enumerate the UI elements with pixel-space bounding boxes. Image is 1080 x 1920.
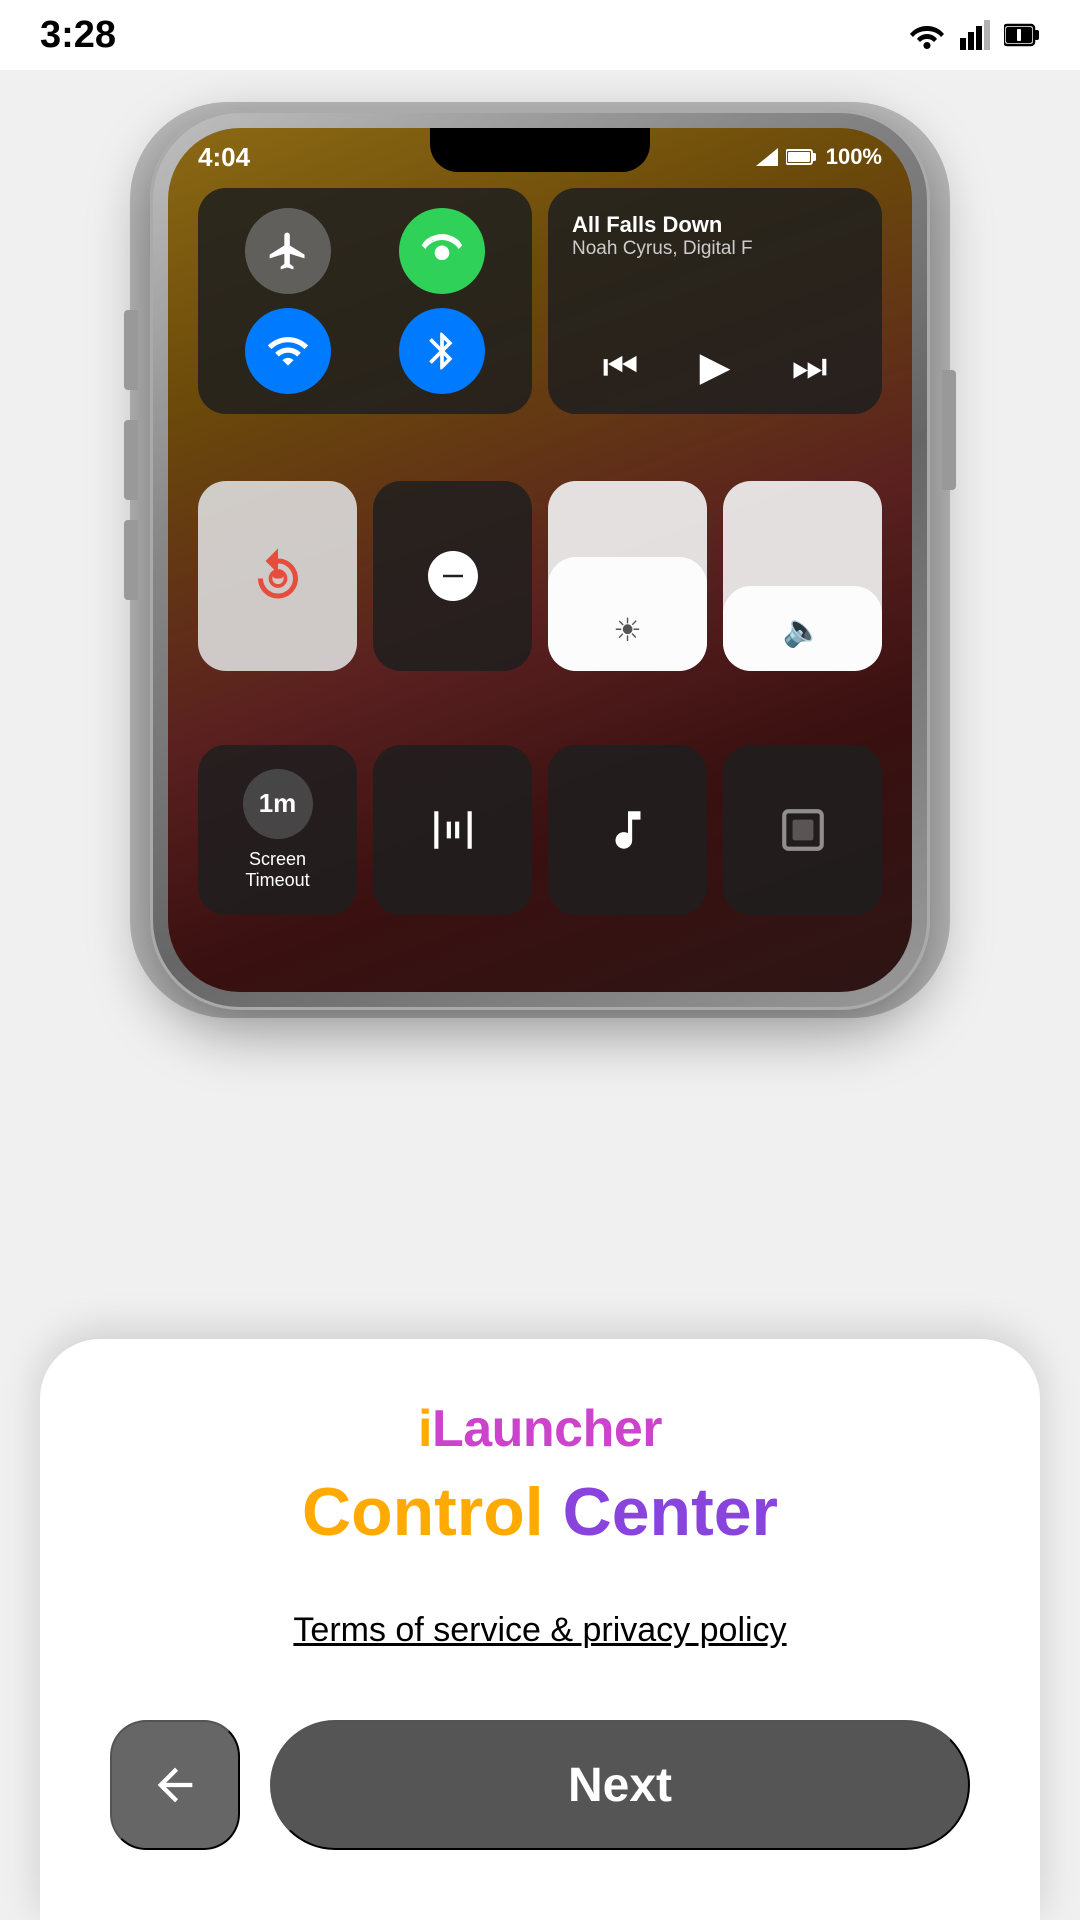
- cc-row1: All Falls Down Noah Cyrus, Digital F ⏮ ▶…: [198, 188, 882, 408]
- signal-icon: [960, 20, 990, 50]
- main-content: 4:04 100%: [0, 70, 1080, 1920]
- wifi-btn[interactable]: [245, 308, 331, 394]
- status-time: 3:28: [40, 14, 116, 57]
- fast-forward-btn[interactable]: ⏭: [791, 345, 827, 390]
- volume-slider[interactable]: 🔈: [723, 481, 882, 671]
- play-btn[interactable]: ▶: [700, 344, 731, 390]
- app-subtitle: Control Center: [302, 1473, 778, 1551]
- music-info: All Falls Down Noah Cyrus, Digital F: [572, 212, 858, 260]
- cc-extra-btn-1[interactable]: [373, 745, 532, 915]
- card-buttons: Next: [110, 1720, 970, 1850]
- next-button[interactable]: Next: [270, 1720, 970, 1850]
- music-title: All Falls Down: [572, 212, 858, 238]
- battery-icon: [1004, 21, 1040, 49]
- phone-battery-text: 100%: [826, 144, 882, 170]
- wifi-icon: [908, 20, 946, 50]
- brightness-slider[interactable]: ☀: [548, 481, 707, 671]
- control-center: All Falls Down Noah Cyrus, Digital F ⏮ ▶…: [198, 188, 882, 972]
- volume-icon: 🔈: [783, 611, 823, 649]
- do-not-disturb-btn[interactable]: [373, 481, 532, 671]
- screen-timeout-btn[interactable]: 1m ScreenTimeout: [198, 745, 357, 915]
- phone-status-right: 100%: [756, 144, 882, 170]
- app-title-launcher: Launcher: [432, 1400, 662, 1458]
- phone-mockup: 4:04 100%: [150, 110, 930, 1010]
- app-title: iLauncher: [418, 1399, 662, 1459]
- next-button-label: Next: [568, 1758, 672, 1813]
- phone-time: 4:04: [198, 142, 250, 173]
- airplane-btn[interactable]: [245, 208, 331, 294]
- app-title-i: i: [418, 1400, 432, 1458]
- phone-signal-icon: [756, 148, 778, 166]
- subtitle-control: Control: [302, 1474, 544, 1550]
- lock-rotation-btn[interactable]: [198, 481, 357, 671]
- cc-connectivity: [198, 188, 532, 414]
- phone-battery-icon: [786, 148, 818, 166]
- terms-link[interactable]: Terms of service & privacy policy: [293, 1611, 786, 1650]
- music-artist: Noah Cyrus, Digital F: [572, 238, 858, 260]
- cc-extra-btn-3[interactable]: [723, 745, 882, 915]
- phone-notch: [430, 128, 650, 172]
- status-bar: 3:28: [0, 0, 1080, 70]
- music-player: All Falls Down Noah Cyrus, Digital F ⏮ ▶…: [548, 188, 882, 414]
- bottom-card: iLauncher Control Center Terms of servic…: [40, 1339, 1040, 1920]
- cc-row3: 1m ScreenTimeout: [198, 745, 882, 915]
- subtitle-center: Center: [563, 1474, 778, 1550]
- hotspot-btn[interactable]: [399, 208, 485, 294]
- back-button[interactable]: [110, 1720, 240, 1850]
- cc-extra-btn-2[interactable]: [548, 745, 707, 915]
- bluetooth-btn[interactable]: [399, 308, 485, 394]
- timeout-value: 1m: [243, 769, 313, 839]
- status-icons: [908, 20, 1040, 50]
- music-controls[interactable]: ⏮ ▶ ⏭: [572, 344, 858, 390]
- brightness-icon: ☀: [613, 611, 642, 649]
- cc-row2: ☀ 🔈: [198, 481, 882, 671]
- phone-inner: 4:04 100%: [168, 128, 912, 992]
- rewind-btn[interactable]: ⏮: [603, 345, 639, 390]
- phone-outer: 4:04 100%: [150, 110, 930, 1010]
- timeout-label: ScreenTimeout: [245, 849, 309, 891]
